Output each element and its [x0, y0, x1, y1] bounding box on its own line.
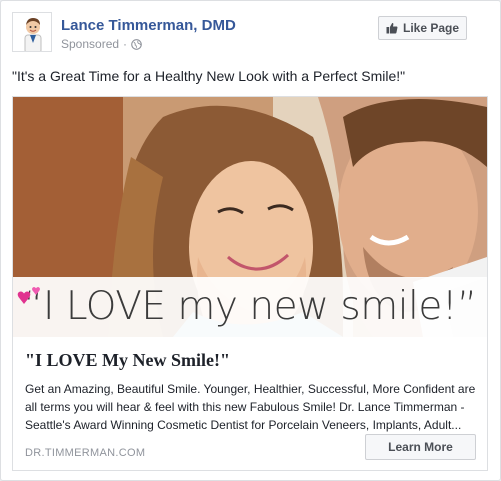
dentist-cartoon-icon	[13, 13, 51, 51]
post-message: "It's a Great Time for a Healthy New Loo…	[12, 68, 406, 84]
meta-separator: ·	[123, 37, 128, 51]
image-overlay-quote: “I LOVE my new smile!”	[13, 284, 487, 329]
page-avatar[interactable]	[12, 12, 52, 52]
like-page-button[interactable]: Like Page	[378, 16, 467, 40]
thumbs-up-icon	[386, 22, 398, 34]
sponsored-post: Lance Timmerman, DMD Sponsored · Like Pa…	[0, 0, 501, 481]
link-attachment[interactable]: “I LOVE my new smile!” "I LOVE My New Sm…	[12, 96, 488, 471]
like-page-label: Like Page	[402, 21, 460, 35]
post-meta: Sponsored ·	[61, 37, 142, 51]
link-domain: DR.TIMMERMAN.COM	[25, 447, 146, 459]
sponsored-label[interactable]: Sponsored	[61, 37, 119, 51]
learn-more-button[interactable]: Learn More	[365, 434, 476, 460]
page-name-link[interactable]: Lance Timmerman, DMD	[61, 17, 236, 34]
link-description: Get an Amazing, Beautiful Smile. Younger…	[25, 382, 476, 432]
pink-hearts-icon	[17, 287, 40, 304]
overlay-quote-text: “I LOVE my new smile!”	[23, 284, 477, 329]
link-headline[interactable]: "I LOVE My New Smile!"	[25, 350, 230, 371]
ad-image[interactable]: “I LOVE my new smile!”	[13, 97, 487, 337]
globe-icon[interactable]	[131, 38, 142, 50]
